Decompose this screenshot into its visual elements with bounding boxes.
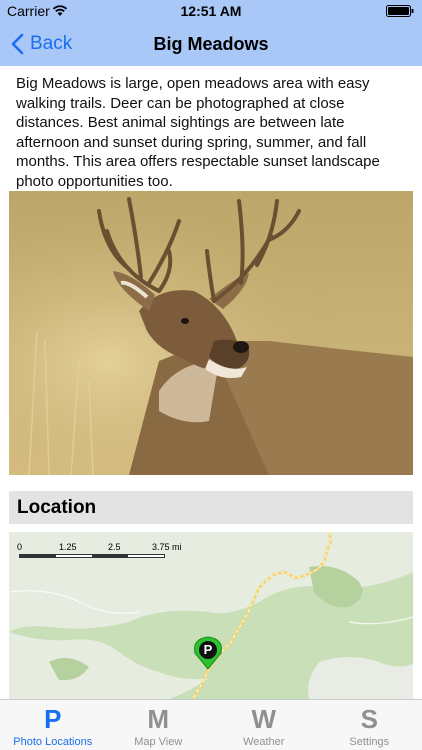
navigation-bar: Back Big Meadows — [0, 22, 422, 66]
scale-label: 2.5 — [108, 542, 121, 552]
status-time: 12:51 AM — [180, 3, 242, 19]
location-section-header: Location — [9, 491, 413, 524]
location-marker[interactable]: P — [192, 635, 224, 671]
tab-weather[interactable]: W Weather — [211, 700, 317, 750]
tab-photo-locations[interactable]: P Photo Locations — [0, 700, 106, 750]
map-scale-bar: 0 1.25 2.5 3.75 mi — [17, 542, 197, 562]
battery-icon — [386, 5, 414, 17]
location-title: Location — [17, 497, 97, 518]
location-description: Big Meadows is large, open meadows area … — [16, 75, 380, 190]
tab-label: Photo Locations — [13, 736, 93, 748]
location-map[interactable]: 0 1.25 2.5 3.75 mi P — [9, 532, 413, 699]
deer-photo — [9, 191, 413, 475]
tab-label: Settings — [349, 736, 390, 748]
scale-label: 1.25 — [59, 542, 77, 552]
photo-locations-icon: P — [44, 704, 62, 734]
tab-map-view[interactable]: M Map View — [106, 700, 212, 750]
page-title: Big Meadows — [153, 34, 269, 54]
settings-icon: S — [360, 704, 378, 734]
map-view-icon: M — [147, 704, 170, 734]
scale-label: 3.75 mi — [152, 542, 182, 552]
tab-bar: P Photo Locations M Map View W Weather S… — [0, 699, 422, 750]
tab-settings[interactable]: S Settings — [317, 700, 422, 750]
weather-icon: W — [251, 704, 277, 734]
tab-label: Map View — [134, 736, 183, 748]
marker-letter: P — [203, 642, 213, 657]
status-bar: Carrier 12:51 AM — [0, 0, 422, 22]
scale-label: 0 — [17, 542, 23, 552]
tab-label: Weather — [243, 736, 285, 748]
